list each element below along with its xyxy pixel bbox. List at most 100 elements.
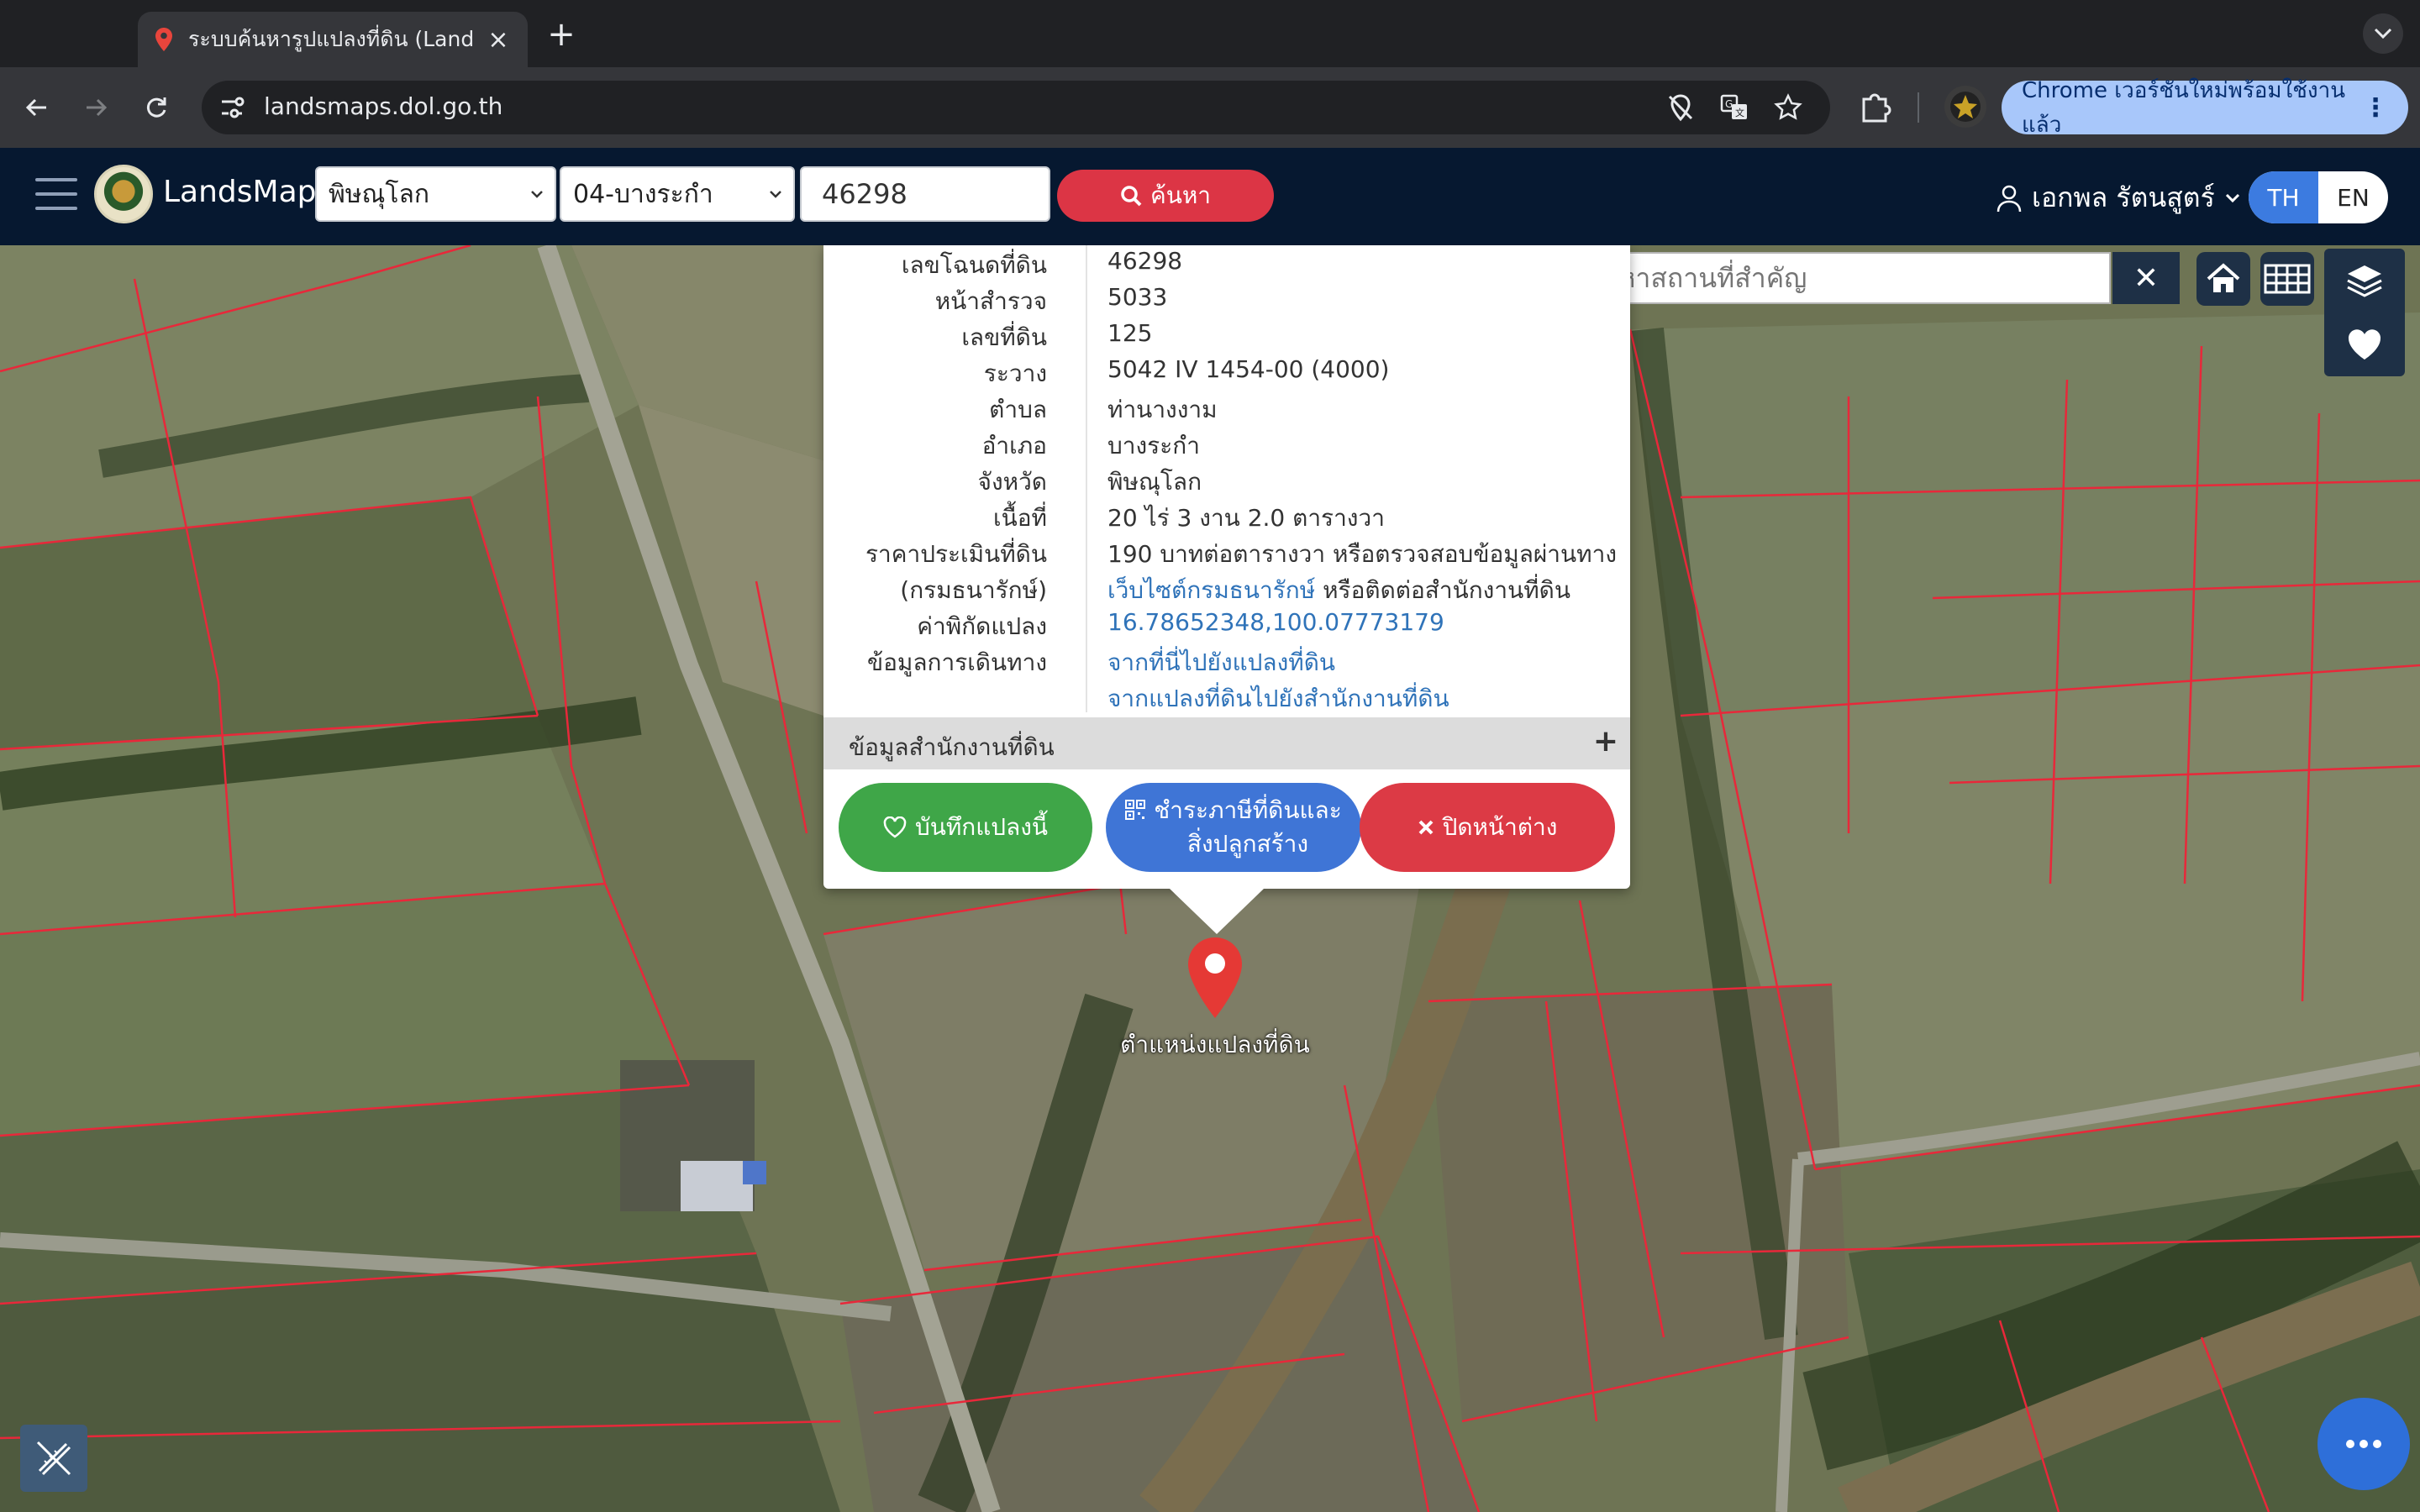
tab-search-button[interactable]: [2363, 13, 2403, 54]
parcel-info-popup: เลขโฉนดที่ดิน 46298 หน้าสำรวจ 5033 เลขที…: [823, 245, 1630, 889]
treasury-website-link[interactable]: เว็บไซต์กรมธนารักษ์: [1107, 576, 1315, 604]
info-row-treasury: (กรมธนารักษ์) เว็บไซต์กรมธนารักษ์ หรือติ…: [823, 570, 1630, 606]
info-value: 46298: [1107, 247, 1183, 275]
directions-to-parcel-link[interactable]: จากที่นี่ไปยังแปลงที่ดิน: [1107, 644, 1335, 681]
forward-button[interactable]: [76, 87, 116, 128]
reload-button[interactable]: [136, 87, 176, 128]
layers-button[interactable]: [2324, 249, 2405, 312]
hamburger-menu-icon[interactable]: [35, 178, 77, 215]
profile-avatar[interactable]: [1944, 86, 1986, 128]
map-pin-favicon-icon: [155, 28, 172, 51]
info-row-survey-page: หน้าสำรวจ 5033: [823, 281, 1630, 318]
app-header: LandsMaps พิษณุโลก 04-บางระกำ ค้นหา เอกพ…: [0, 148, 2420, 245]
browser-tab[interactable]: ระบบค้นหารูปแปลงที่ดิน (LandsMaps) ×: [138, 12, 528, 67]
map-canvas[interactable]: ✕ เลขโฉนดที่ดิน 46298 หน้าสำรวจ 5033 เลข…: [0, 245, 2420, 1512]
browser-toolbar: landsmaps.dol.go.th G文 Chrome เวอร์ชันให…: [0, 67, 2420, 148]
location-off-icon[interactable]: [1665, 92, 1696, 123]
district-select[interactable]: 04-บางระกำ: [560, 166, 795, 222]
translate-icon[interactable]: G文: [1719, 92, 1749, 123]
info-label: (กรมธนารักษ์): [900, 576, 1047, 604]
deed-number-input[interactable]: [800, 166, 1050, 222]
info-label: ราคาประเมินที่ดิน: [865, 540, 1047, 568]
grid-view-button[interactable]: [2260, 252, 2314, 306]
info-row-area: เนื้อที่ 20 ไร่ 3 งาน 2.0 ตารางวา: [823, 498, 1630, 534]
info-value: พิษณุโลก: [1107, 468, 1202, 496]
tab-close-icon[interactable]: ×: [486, 25, 511, 55]
info-row-deed: เลขโฉนดที่ดิน 46298: [823, 245, 1630, 281]
url-text: landsmaps.dol.go.th: [264, 92, 503, 120]
search-icon: [1121, 186, 1142, 207]
info-label: ตำบล: [989, 396, 1047, 423]
svg-text:文: 文: [1735, 107, 1744, 118]
extensions-puzzle-icon[interactable]: [1857, 87, 1894, 128]
ruler-pencil-icon: [36, 1441, 71, 1476]
info-label: อำเภอ: [981, 432, 1047, 459]
kebab-menu-icon[interactable]: ⋮: [2363, 93, 2388, 123]
chevron-down-icon: [531, 191, 543, 198]
info-value: 125: [1107, 319, 1153, 347]
info-label: ระวาง: [983, 360, 1047, 387]
more-options-button[interactable]: [2317, 1398, 2410, 1490]
back-button[interactable]: [17, 87, 57, 128]
toolbar-divider: [1918, 92, 1919, 123]
info-row-coordinates: ค่าพิกัดแปลง 16.78652348,100.07773179: [823, 606, 1630, 643]
chrome-update-button[interactable]: Chrome เวอร์ชันใหม่พร้อมใช้งานแล้ว ⋮: [2002, 78, 2408, 138]
info-row-travel-office: จากแปลงที่ดินไปยังสำนักงานที่ดิน: [823, 679, 1630, 715]
place-search-input[interactable]: [1573, 252, 2111, 304]
province-value: พิษณุโลก: [329, 179, 430, 209]
favorites-button[interactable]: [2324, 312, 2405, 376]
info-row-province: จังหวัด พิษณุโลก: [823, 462, 1630, 498]
site-info-icon[interactable]: [217, 92, 247, 123]
save-parcel-label: บันทึกแปลงนี้: [914, 813, 1049, 841]
directions-to-office-link[interactable]: จากแปลงที่ดินไปยังสำนักงานที่ดิน: [1107, 680, 1449, 717]
close-window-label: ปิดหน้าต่าง: [1442, 813, 1558, 841]
info-value: เว็บไซต์กรมธนารักษ์ หรือติดต่อสำนักงานที…: [1107, 572, 1570, 609]
lang-en-button[interactable]: EN: [2318, 171, 2388, 223]
province-select[interactable]: พิษณุโลก: [315, 166, 556, 222]
tab-title: ระบบค้นหารูปแปลงที่ดิน (LandsMaps): [188, 27, 474, 51]
popup-pointer: [1170, 889, 1264, 934]
close-window-button[interactable]: ปิดหน้าต่าง: [1360, 783, 1615, 872]
language-toggle[interactable]: TH EN: [2249, 171, 2388, 223]
coordinates-link[interactable]: 16.78652348,100.07773179: [1107, 608, 1444, 636]
heart-icon: [2348, 329, 2381, 360]
app-name: LandsMaps: [163, 175, 333, 209]
layers-icon: [2347, 265, 2382, 297]
treasury-suffix: หรือติดต่อสำนักงานที่ดิน: [1315, 576, 1570, 604]
info-label: จังหวัด: [977, 468, 1047, 496]
info-value: 190 บาทต่อตารางวา หรือตรวจสอบข้อมูลผ่านท…: [1107, 540, 1618, 568]
info-row-district: อำเภอ บางระกำ: [823, 426, 1630, 462]
map-side-toolbar: [2324, 249, 2405, 376]
info-label: หน้าสำรวจ: [934, 287, 1047, 315]
grid-icon: [2264, 264, 2311, 294]
info-row-land-number: เลขที่ดิน 125: [823, 318, 1630, 354]
pay-land-tax-button[interactable]: ชำระภาษีที่ดินและ สิ่งปลูกสร้าง: [1106, 783, 1361, 872]
save-parcel-button[interactable]: บันทึกแปลงนี้: [839, 783, 1092, 872]
land-office-panel-header[interactable]: ข้อมูลสำนักงานที่ดิน +: [823, 717, 1630, 769]
heart-outline-icon: [883, 816, 907, 838]
arrow-left-icon: [25, 98, 46, 117]
map-pin-icon[interactable]: [1185, 936, 1245, 1020]
bookmark-star-icon[interactable]: [1773, 92, 1803, 123]
user-menu[interactable]: เอกพล รัตนสูตร์: [1996, 176, 2250, 219]
info-value: 5033: [1107, 283, 1168, 311]
arrow-right-icon: [87, 98, 108, 117]
search-button[interactable]: ค้นหา: [1057, 170, 1274, 222]
lang-th-button[interactable]: TH: [2249, 171, 2318, 223]
pay-land-tax-line-2: สิ่งปลูกสร้าง: [1186, 830, 1309, 858]
info-row-appraisal: ราคาประเมินที่ดิน 190 บาทต่อตารางวา หรือ…: [823, 534, 1630, 570]
measure-tool-button[interactable]: [20, 1425, 87, 1492]
address-bar[interactable]: landsmaps.dol.go.th G文: [202, 81, 1830, 134]
new-tab-icon[interactable]: +: [544, 15, 578, 54]
info-label: เลขที่ดิน: [961, 323, 1047, 351]
pay-land-tax-label: ชำระภาษีที่ดินและ สิ่งปลูกสร้าง: [1154, 794, 1341, 861]
close-x-icon: [1418, 820, 1433, 835]
info-row-travel: ข้อมูลการเดินทาง จากที่นี่ไปยังแปลงที่ดิ…: [823, 643, 1630, 679]
info-label: ค่าพิกัดแปลง: [917, 612, 1047, 640]
plus-icon[interactable]: +: [1593, 724, 1618, 759]
department-seal-logo: [94, 165, 153, 223]
chrome-update-label: Chrome เวอร์ชันใหม่พร้อมใช้งานแล้ว: [2022, 78, 2345, 138]
home-view-button[interactable]: [2196, 252, 2250, 306]
browser-tab-bar: ระบบค้นหารูปแปลงที่ดิน (LandsMaps) × +: [0, 0, 2420, 67]
clear-search-icon[interactable]: ✕: [2112, 252, 2180, 304]
